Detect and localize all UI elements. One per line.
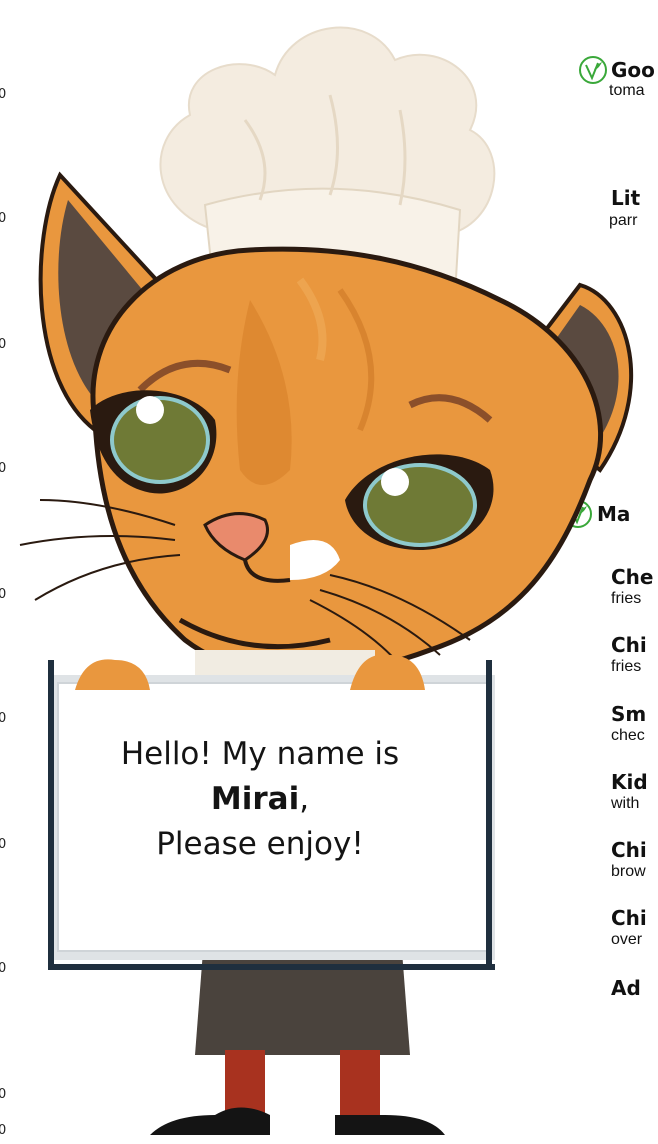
sign-comma: , [299, 781, 310, 817]
cat-chef-mascot [19, 26, 634, 1135]
sign-message: Hello! My name is Mirai, Please enjoy! [60, 732, 460, 867]
sign-line-3: Please enjoy! [156, 826, 364, 862]
sign-line-2: Mirai, [60, 777, 460, 822]
mascot-name: Mirai [210, 781, 300, 817]
sign-line-1: Hello! My name is [120, 736, 400, 772]
